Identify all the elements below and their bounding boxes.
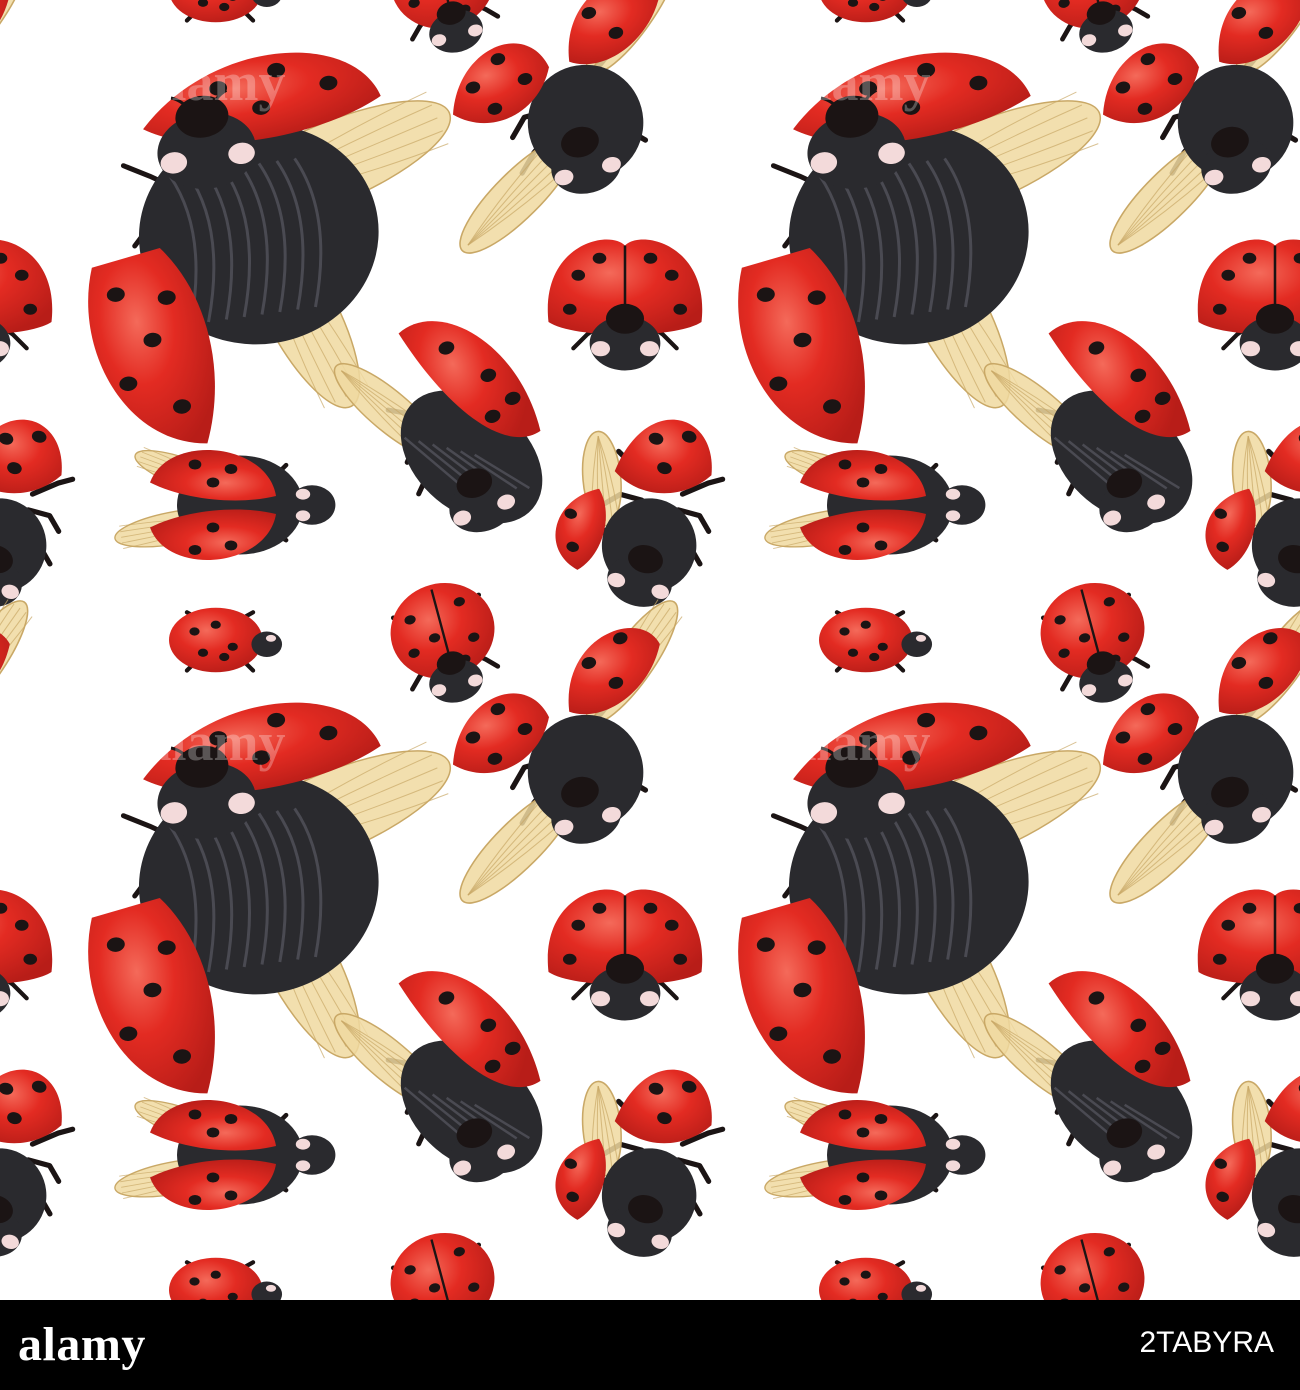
ladybug bbox=[1040, 582, 1151, 703]
ladybug bbox=[764, 446, 986, 561]
ladybug bbox=[169, 607, 283, 673]
ladybug bbox=[819, 1257, 933, 1300]
watermark-text: alamy bbox=[145, 712, 286, 772]
ladybug bbox=[555, 419, 726, 607]
ladybug bbox=[0, 890, 53, 1013]
ladybug bbox=[0, 599, 33, 725]
watermark-text: alamy bbox=[790, 52, 931, 112]
ladybug bbox=[547, 889, 703, 1021]
ladybug bbox=[1205, 419, 1300, 607]
ladybug bbox=[983, 321, 1193, 533]
watermark-text: alamy bbox=[145, 52, 286, 112]
ladybug bbox=[1197, 239, 1300, 371]
ladybug bbox=[819, 607, 933, 673]
ladybug bbox=[0, 419, 76, 607]
ladybug bbox=[821, 0, 931, 23]
watermark-text: alamy bbox=[790, 712, 931, 772]
footer-bar: alamy 2TABYRA bbox=[0, 1300, 1300, 1390]
ladybug bbox=[1197, 889, 1300, 1021]
ladybug bbox=[0, 0, 33, 75]
ladybug bbox=[983, 971, 1193, 1183]
ladybug bbox=[114, 1096, 336, 1211]
ladybug bbox=[0, 1069, 76, 1257]
ladybug bbox=[1040, 1232, 1151, 1300]
ladybug bbox=[390, 1232, 501, 1300]
ladybug-pattern: alamy alamy alamy alamy bbox=[0, 0, 1300, 1300]
ladybug bbox=[114, 446, 336, 561]
ladybug bbox=[171, 0, 281, 23]
ladybug bbox=[764, 1096, 986, 1211]
ladybug bbox=[390, 582, 501, 703]
ladybug bbox=[333, 321, 543, 533]
ladybug-pattern-image: alamy alamy alamy alamy bbox=[0, 0, 1300, 1300]
ladybug bbox=[555, 1069, 726, 1257]
ladybug bbox=[333, 971, 543, 1183]
ladybug bbox=[1205, 1069, 1300, 1257]
alamy-logo: alamy bbox=[18, 1318, 146, 1371]
ladybug bbox=[0, 240, 53, 363]
ladybug bbox=[547, 239, 703, 371]
ladybug bbox=[169, 1257, 283, 1300]
image-id: 2TABYRA bbox=[1139, 1326, 1275, 1359]
